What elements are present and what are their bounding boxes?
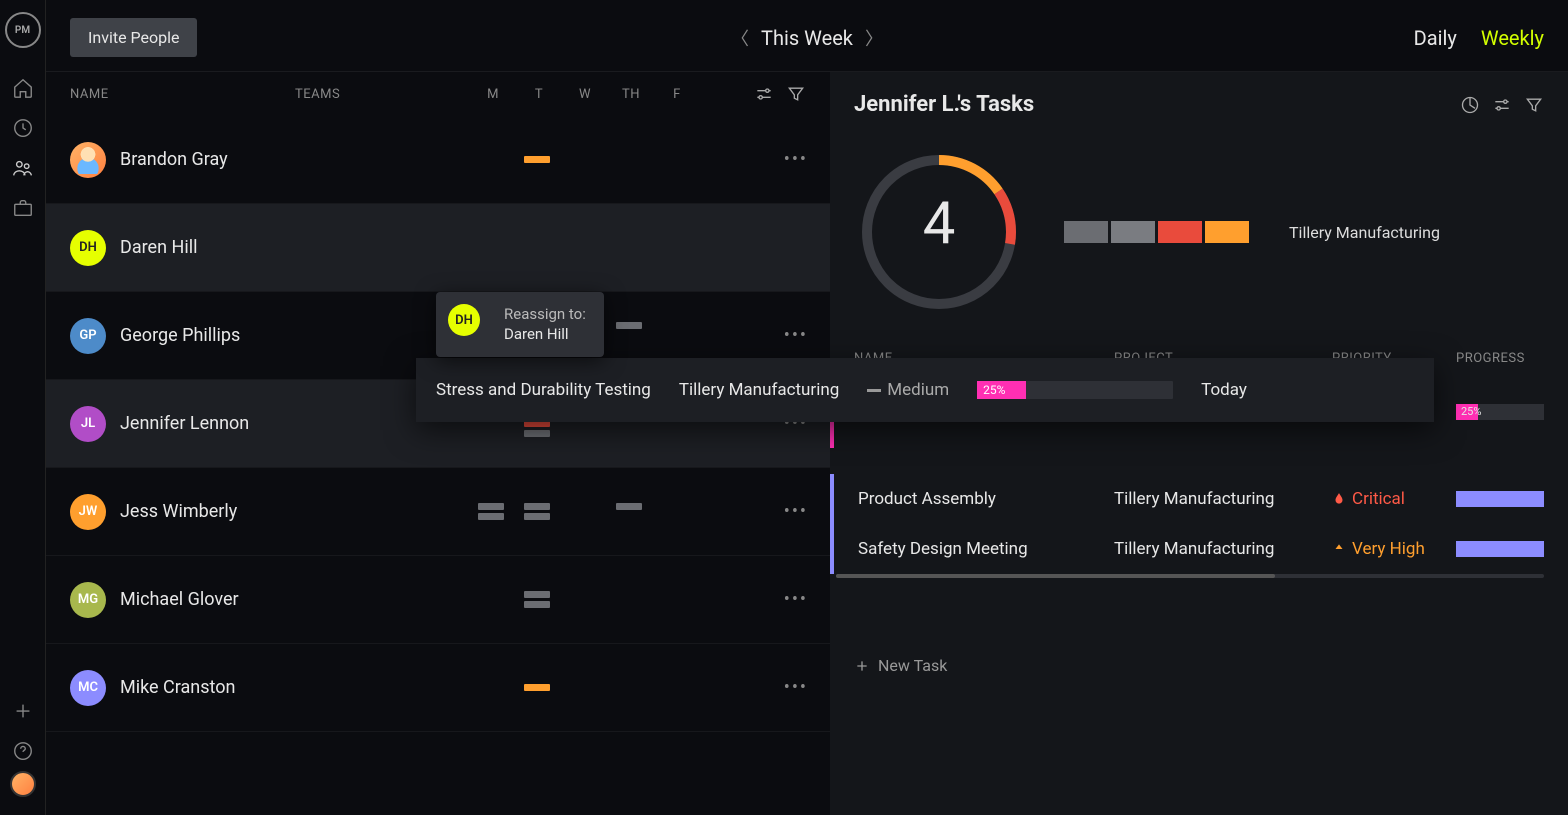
- logo[interactable]: PM: [5, 12, 41, 48]
- day-w: W: [562, 87, 608, 102]
- column-name: NAME: [70, 87, 295, 102]
- view-weekly[interactable]: Weekly: [1481, 26, 1544, 50]
- task-progress: [1456, 541, 1544, 557]
- invite-button[interactable]: Invite People: [70, 18, 197, 57]
- week-label: This Week: [761, 26, 853, 50]
- task-count: 4: [854, 131, 1024, 317]
- avatar: [70, 142, 106, 178]
- priority-distribution: [1064, 221, 1249, 243]
- drag-task-due: Today: [1201, 380, 1247, 400]
- panel-title: Jennifer L.'s Tasks: [854, 92, 1034, 117]
- nav-people-icon[interactable]: [3, 148, 43, 188]
- person-name: Daren Hill: [120, 237, 197, 258]
- drag-task-name: Stress and Durability Testing: [436, 380, 651, 400]
- sidebar: PM: [0, 0, 46, 815]
- settings-icon[interactable]: [754, 84, 774, 104]
- settings-icon[interactable]: [1492, 95, 1512, 115]
- person-name: George Phillips: [120, 325, 240, 346]
- task-priority: Critical: [1332, 489, 1456, 509]
- nav-help-icon[interactable]: [3, 731, 43, 771]
- project-summary: Tillery Manufacturing: [1289, 223, 1440, 242]
- person-name: Brandon Gray: [120, 149, 228, 170]
- more-icon[interactable]: •••: [784, 677, 808, 698]
- column-teams: TEAMS: [295, 87, 470, 102]
- task-progress: 25%: [1456, 404, 1544, 420]
- more-icon[interactable]: •••: [784, 589, 808, 610]
- task-col-progress: PROGRESS: [1456, 351, 1525, 366]
- nav-briefcase-icon[interactable]: [3, 188, 43, 228]
- avatar: MG: [70, 582, 106, 618]
- person-row-michael[interactable]: MG Michael Glover •••: [46, 556, 830, 644]
- plus-icon: [854, 658, 870, 674]
- people-panel: NAME TEAMS M T W TH F: [46, 72, 830, 815]
- topbar: Invite People 〈 This Week 〉 Daily Weekly: [46, 0, 1568, 72]
- more-icon[interactable]: •••: [784, 501, 808, 522]
- avatar: JL: [70, 406, 106, 442]
- user-avatar[interactable]: [10, 771, 36, 797]
- more-icon[interactable]: •••: [784, 325, 808, 346]
- more-icon[interactable]: •••: [784, 149, 808, 170]
- avatar: JW: [70, 494, 106, 530]
- task-name: Product Assembly: [858, 489, 1114, 509]
- person-row-jess[interactable]: JW Jess Wimberly •••: [46, 468, 830, 556]
- next-week-icon[interactable]: 〉: [865, 25, 883, 51]
- task-panel: Jennifer L.'s Tasks 4: [830, 72, 1568, 815]
- filter-icon[interactable]: [1524, 95, 1544, 115]
- drag-task-progress: 25%: [977, 381, 1173, 399]
- filter-icon[interactable]: [786, 84, 806, 104]
- task-row[interactable]: Safety Design Meeting Tillery Manufactur…: [830, 524, 1568, 574]
- person-name: Jess Wimberly: [120, 501, 237, 522]
- day-th: TH: [608, 87, 654, 102]
- task-project: Tillery Manufacturing: [1114, 489, 1332, 509]
- day-f: F: [654, 87, 700, 102]
- task-name: Safety Design Meeting: [858, 539, 1114, 559]
- drag-task-priority: Medium: [867, 380, 949, 400]
- view-daily[interactable]: Daily: [1414, 26, 1457, 50]
- person-row-brandon[interactable]: Brandon Gray •••: [46, 116, 830, 204]
- person-row-mike[interactable]: MC Mike Cranston •••: [46, 644, 830, 732]
- day-t: T: [516, 87, 562, 102]
- nav-clock-icon[interactable]: [3, 108, 43, 148]
- reassign-tooltip: DH Reassign to: Daren Hill: [436, 292, 604, 357]
- task-priority: Very High: [1332, 539, 1456, 559]
- avatar: DH: [70, 230, 106, 266]
- task-project: Tillery Manufacturing: [1114, 539, 1332, 559]
- nav-add-icon[interactable]: [3, 691, 43, 731]
- drag-task-project: Tillery Manufacturing: [679, 380, 839, 400]
- avatar: MC: [70, 670, 106, 706]
- nav-home-icon[interactable]: [3, 68, 43, 108]
- person-row-daren[interactable]: DH Daren Hill: [46, 204, 830, 292]
- day-m: M: [470, 87, 516, 102]
- person-name: Michael Glover: [120, 589, 239, 610]
- person-name: Jennifer Lennon: [120, 413, 249, 434]
- new-task-button[interactable]: New Task: [830, 638, 1568, 693]
- task-count-gauge: 4: [854, 147, 1024, 317]
- week-navigation: 〈 This Week 〉: [731, 25, 883, 51]
- task-progress: [1456, 491, 1544, 507]
- chart-icon[interactable]: [1460, 95, 1480, 115]
- reassign-label: Reassign to:: [504, 304, 586, 324]
- task-row[interactable]: Product Assembly Tillery Manufacturing C…: [830, 474, 1568, 524]
- prev-week-icon[interactable]: 〈: [731, 25, 749, 51]
- person-name: Mike Cranston: [120, 677, 235, 698]
- dragging-task-card[interactable]: Stress and Durability Testing Tillery Ma…: [416, 358, 1434, 422]
- avatar: DH: [448, 304, 480, 336]
- avatar: GP: [70, 318, 106, 354]
- reassign-name: Daren Hill: [504, 324, 586, 344]
